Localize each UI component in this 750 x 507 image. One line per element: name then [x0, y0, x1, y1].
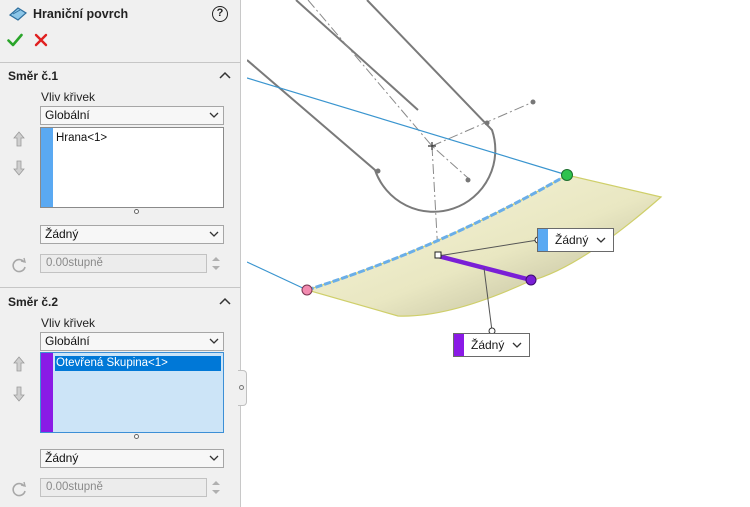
direction2-color-strip [41, 353, 53, 432]
direction1-curve-influence-label: Vliv křivek [41, 90, 96, 104]
callout-color-swatch [538, 229, 548, 251]
move-up-arrow-icon[interactable] [13, 356, 25, 372]
sketch-point [530, 99, 536, 105]
sketch-slot-outline-inner [295, 0, 419, 111]
direction2-tangency-callout[interactable]: Žádný [453, 333, 530, 357]
list-item[interactable]: Hrana<1> [55, 131, 221, 146]
green-endpoint-handle[interactable] [561, 169, 573, 181]
chevron-down-icon [596, 237, 606, 243]
sketch-point [484, 120, 490, 126]
select-value: Globální [45, 334, 90, 348]
reference-line [247, 77, 568, 176]
direction1-tangency-callout[interactable]: Žádný [537, 228, 614, 252]
direction1-tangency-select[interactable]: Žádný [40, 225, 224, 244]
construction-line [307, 0, 469, 179]
direction2-curve-influence-select[interactable]: Globální [40, 332, 224, 351]
purple-endpoint-handle[interactable] [525, 274, 537, 286]
page-title: Hraniční povrch [33, 7, 129, 21]
move-up-arrow-icon[interactable] [13, 131, 25, 147]
callout-value: Žádný [555, 233, 589, 247]
select-value: Globální [45, 108, 90, 122]
chevron-up-icon[interactable] [219, 71, 231, 79]
select-value: Žádný [45, 227, 79, 241]
graphics-viewport[interactable] [247, 0, 750, 507]
direction2-curves-list[interactable]: Otevřená Skupina<1> [40, 352, 224, 433]
sketch-point [465, 177, 471, 183]
direction1-color-strip [41, 128, 53, 207]
panel-collapse-handle[interactable] [238, 370, 247, 406]
angle-spinner-icon[interactable] [209, 254, 223, 273]
sketch-point [375, 168, 381, 174]
construction-line [431, 101, 534, 147]
connector-handle[interactable] [434, 251, 442, 259]
sketch-slot-outline [247, 0, 497, 213]
divider [0, 287, 241, 288]
direction1-curves-list[interactable]: Hrana<1> [40, 127, 224, 208]
list-resize-handle[interactable] [134, 434, 139, 439]
property-manager: Hraniční povrch ? Směr č.1 Vliv křivek G… [0, 0, 241, 507]
boundary-surface-icon [8, 7, 28, 21]
direction2-curve-influence-label: Vliv křivek [41, 316, 96, 330]
direction1-title[interactable]: Směr č.1 [8, 69, 58, 83]
direction2-title[interactable]: Směr č.2 [8, 295, 58, 309]
close-icon[interactable] [34, 33, 48, 47]
help-icon[interactable]: ? [212, 6, 228, 22]
list-item[interactable]: Otevřená Skupina<1> [55, 356, 221, 371]
list-resize-handle[interactable] [134, 209, 139, 214]
reverse-direction-icon [12, 481, 26, 497]
angle-spinner-icon[interactable] [209, 478, 223, 497]
reference-line [247, 261, 308, 291]
select-value: Žádný [45, 451, 79, 465]
direction1-angle-input[interactable]: 0.00stupně [40, 254, 207, 273]
direction1-curve-influence-select[interactable]: Globální [40, 106, 224, 125]
chevron-up-icon[interactable] [219, 297, 231, 305]
chevron-down-icon [209, 455, 219, 461]
pink-endpoint-handle[interactable] [301, 284, 313, 296]
chevron-down-icon [512, 342, 522, 348]
divider [0, 62, 241, 63]
construction-line [431, 145, 439, 255]
direction2-angle-input[interactable]: 0.00stupně [40, 478, 207, 497]
grip-dot-icon [239, 385, 244, 390]
chevron-down-icon [209, 231, 219, 237]
move-down-arrow-icon[interactable] [13, 386, 25, 402]
chevron-down-icon [209, 112, 219, 118]
chevron-down-icon [209, 338, 219, 344]
move-down-arrow-icon[interactable] [13, 160, 25, 176]
direction2-tangency-select[interactable]: Žádný [40, 449, 224, 468]
callout-color-swatch [454, 334, 464, 356]
callout-value: Žádný [471, 338, 505, 352]
checkmark-icon[interactable] [7, 33, 23, 47]
reverse-direction-icon [12, 257, 26, 273]
